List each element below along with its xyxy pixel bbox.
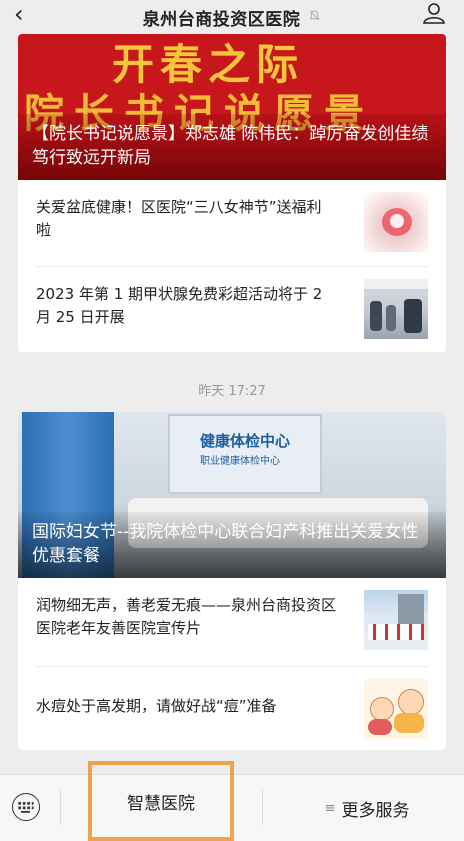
- thumbnail-image: [364, 590, 428, 650]
- article-card-2: 健康体检中心 职业健康体检中心 国际妇女节--我院体检中心联合妇产科推出关爱女性…: [18, 412, 446, 750]
- bell-slash-icon: [308, 9, 321, 26]
- sign-subtitle: 职业健康体检中心: [200, 456, 280, 467]
- banner-line-1: 开春之际: [112, 40, 305, 89]
- thumbnail-image: [364, 192, 428, 252]
- sign-title: 健康体检中心: [200, 432, 291, 450]
- timestamp: 昨天 17:27: [198, 384, 266, 399]
- menu-icon: ≡: [324, 800, 336, 816]
- list-item-title: 水痘处于高发期，请做好战“痘”准备: [36, 697, 277, 715]
- hero-article-1[interactable]: 开春之际 院长书记说愿景 【院长书记说愿景】郑志雄 陈伟民：踔厉奋发创佳绩 笃行…: [18, 34, 446, 180]
- menu-smart-hospital[interactable]: 智慧医院: [88, 761, 234, 841]
- user-icon[interactable]: [422, 2, 446, 24]
- back-button[interactable]: ‹: [14, 2, 24, 26]
- list-item-title: 2023 年第 1 期甲状腺免费彩超活动将于 2 月 25 日开展: [36, 285, 323, 326]
- menu-more-services[interactable]: ≡ 更多服务: [270, 775, 464, 841]
- hero-caption: 国际妇女节--我院体检中心联合妇产科推出关爱女性优惠套餐: [18, 512, 446, 578]
- menu-divider: [262, 789, 263, 825]
- list-item[interactable]: 润物细无声，善老爱无痕——泉州台商投资区医院老年友善医院宣传片: [36, 578, 428, 667]
- thumbnail-image: [364, 679, 428, 739]
- menu-divider: [60, 789, 61, 825]
- hero-article-2[interactable]: 健康体检中心 职业健康体检中心 国际妇女节--我院体检中心联合妇产科推出关爱女性…: [18, 412, 446, 578]
- list-item[interactable]: 关爱盆底健康！区医院“三八女神节”送福利啦: [36, 180, 428, 267]
- thumbnail-image: [364, 279, 428, 339]
- list-item-title: 润物细无声，善老爱无痕——泉州台商投资区医院老年友善医院宣传片: [36, 596, 337, 637]
- article-card-1: 开春之际 院长书记说愿景 【院长书记说愿景】郑志雄 陈伟民：踔厉奋发创佳绩 笃行…: [18, 34, 446, 352]
- menu-label: 智慧医院: [127, 793, 195, 814]
- reception-sign: 健康体检中心 职业健康体检中心: [168, 414, 322, 494]
- hero-caption: 【院长书记说愿景】郑志雄 陈伟民：踔厉奋发创佳绩 笃行致远开新局: [18, 114, 446, 180]
- keyboard-icon[interactable]: [12, 793, 40, 821]
- page-title: 泉州台商投资区医院: [142, 9, 301, 30]
- list-item[interactable]: 水痘处于高发期，请做好战“痘”准备: [36, 667, 428, 749]
- bottom-menu-bar: 智慧医院 ≡ 更多服务: [0, 761, 464, 841]
- menu-label: 更多服务: [341, 800, 410, 821]
- list-item[interactable]: 2023 年第 1 期甲状腺免费彩超活动将于 2 月 25 日开展: [36, 267, 428, 352]
- list-item-title: 关爱盆底健康！区医院“三八女神节”送福利啦: [36, 198, 322, 239]
- top-bar: ‹ 泉州台商投资区医院: [0, 0, 464, 34]
